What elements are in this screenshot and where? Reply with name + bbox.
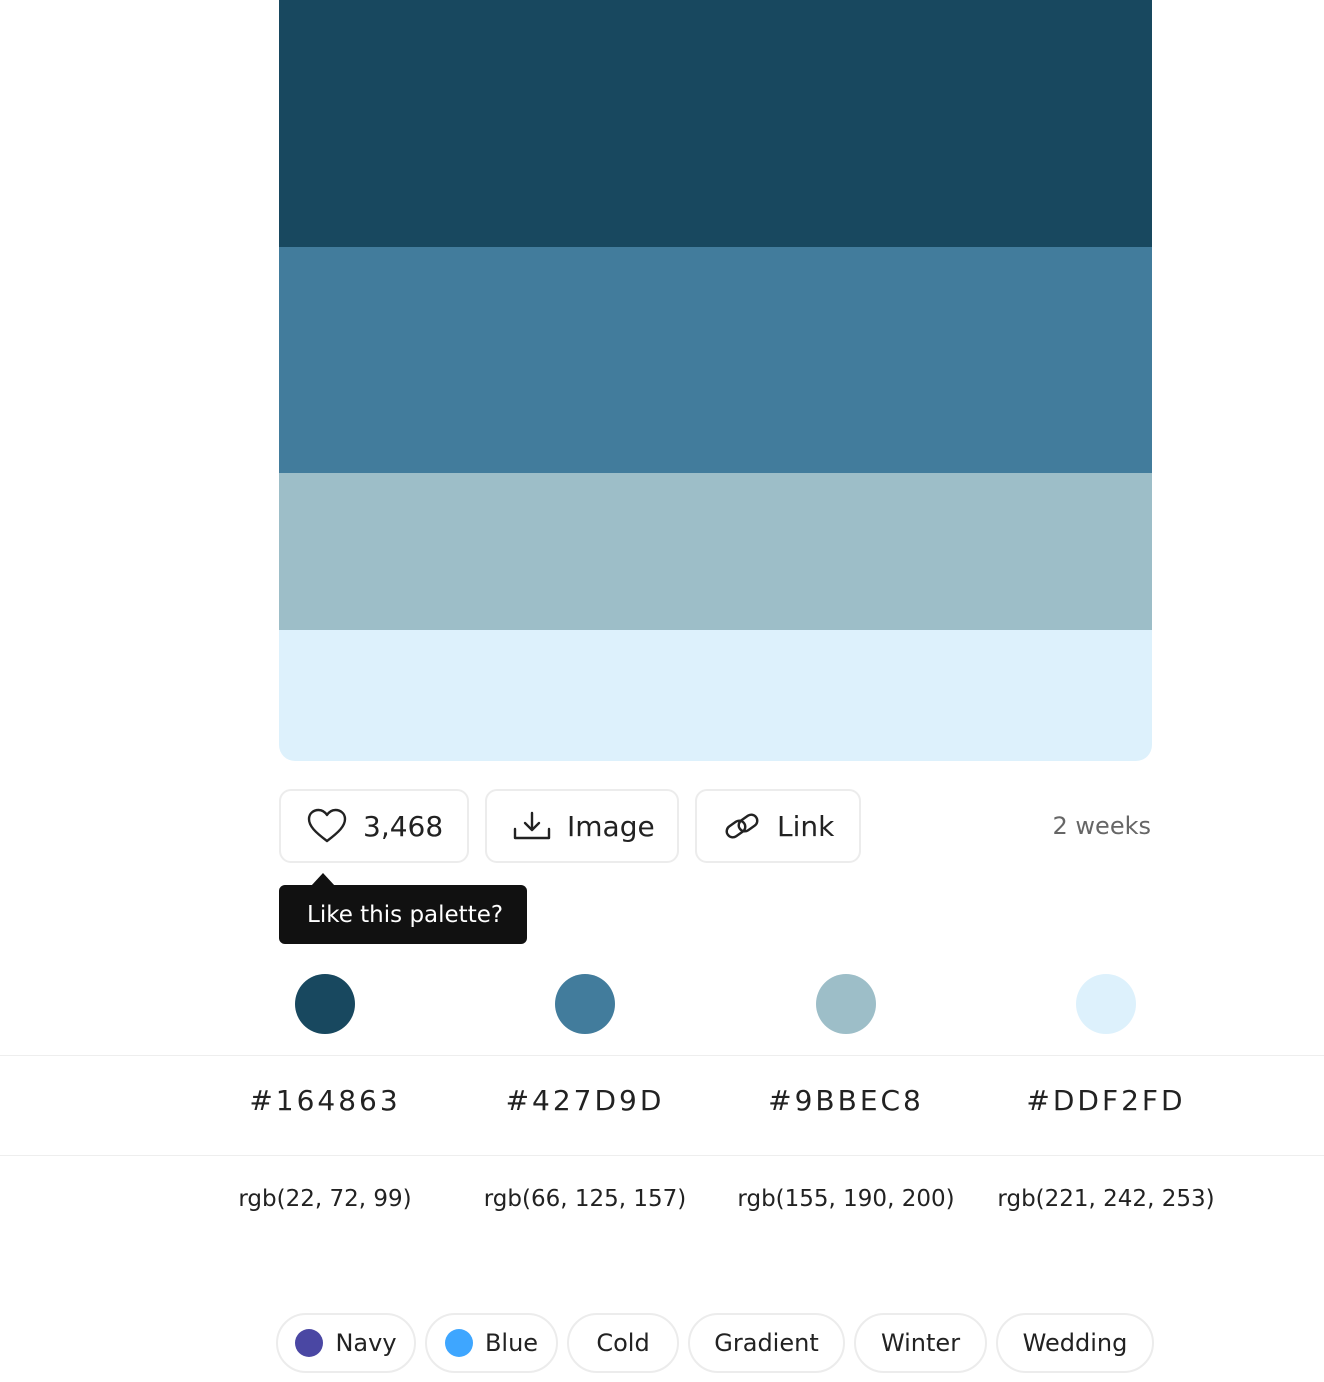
hex-code-4[interactable]: #DDF2FD [976,1084,1236,1117]
time-ago: 2 weeks [1052,812,1151,840]
like-button[interactable]: 3,468 [279,789,469,863]
tag-navy[interactable]: Navy [276,1313,416,1373]
tag-label: Blue [484,1329,539,1357]
tag-label: Wedding [1022,1329,1128,1357]
rgb-code-2[interactable]: rgb(66, 125, 157) [455,1186,715,1212]
hex-code-3[interactable]: #9BBEC8 [716,1084,976,1117]
image-button-label: Image [567,809,655,843]
color-swatch-4[interactable] [1076,974,1136,1034]
tag-label: Gradient [714,1329,819,1357]
color-dot-icon [444,1329,473,1357]
rgb-code-3[interactable]: rgb(155, 190, 200) [716,1186,976,1212]
tag-label: Navy [335,1329,397,1357]
link-button-label: Link [777,809,835,843]
tag-wedding[interactable]: Wedding [996,1313,1154,1373]
tag-label: Cold [596,1329,650,1357]
tag-cold[interactable]: Cold [567,1313,679,1373]
palette-preview [279,0,1152,761]
tooltip-text: Like this palette? [307,901,504,928]
tag-winter[interactable]: Winter [854,1313,987,1373]
divider [0,1055,1324,1056]
hex-code-1[interactable]: #164863 [195,1084,455,1117]
color-swatch-2[interactable] [555,974,615,1034]
color-stripe-3[interactable] [279,473,1152,630]
copy-link-button[interactable]: Link [695,789,861,863]
tag-list: Navy Blue Cold Gradient Winter Wedding [0,1313,1324,1373]
color-stripe-1[interactable] [279,0,1152,247]
like-count: 3,468 [363,809,444,843]
color-stripe-2[interactable] [279,247,1152,473]
download-icon [513,811,551,841]
heart-icon [307,808,347,844]
tag-gradient[interactable]: Gradient [688,1313,845,1373]
color-dot-icon [295,1329,324,1357]
color-stripe-4[interactable] [279,630,1152,761]
color-swatch-3[interactable] [816,974,876,1034]
rgb-code-4[interactable]: rgb(221, 242, 253) [976,1186,1236,1212]
tag-label: Winter [880,1329,961,1357]
rgb-code-1[interactable]: rgb(22, 72, 99) [195,1186,455,1212]
like-tooltip: Like this palette? [279,885,527,944]
tag-blue[interactable]: Blue [425,1313,558,1373]
color-swatch-1[interactable] [295,974,355,1034]
divider [0,1155,1324,1156]
hex-code-2[interactable]: #427D9D [455,1084,715,1117]
link-icon [723,810,761,842]
download-image-button[interactable]: Image [485,789,679,863]
